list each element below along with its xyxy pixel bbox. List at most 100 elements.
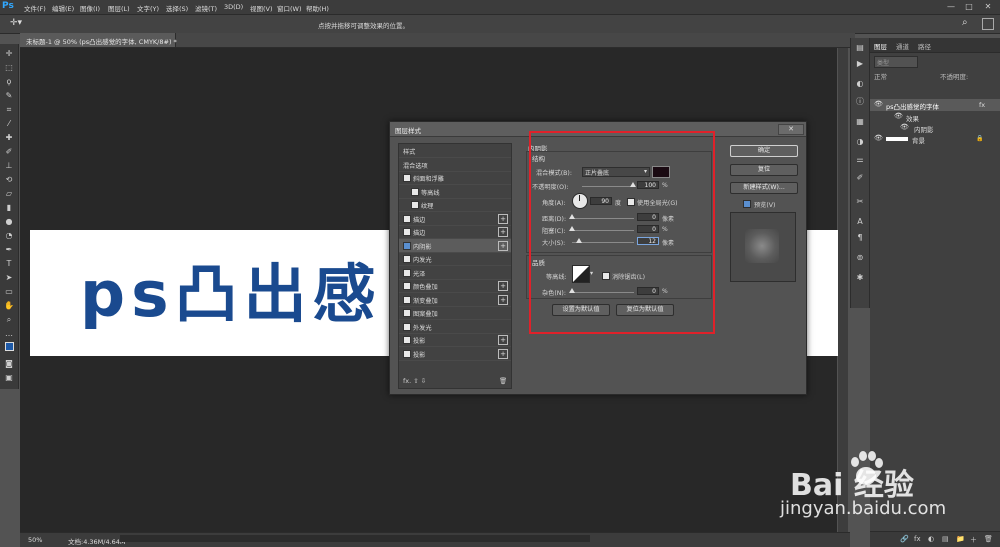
style-checkbox[interactable] <box>403 255 411 263</box>
style-item[interactable]: 颜色叠加 + <box>399 279 511 293</box>
maximize-button[interactable]: □ <box>962 2 976 12</box>
menu-help[interactable]: 帮助(H) <box>306 3 329 13</box>
tool-presets-icon[interactable]: ✂ <box>854 196 866 208</box>
workspace-icon[interactable] <box>982 18 994 30</box>
brush-tool-icon[interactable]: ✐ <box>3 146 15 158</box>
tab-layers[interactable]: 图层 <box>874 41 887 51</box>
style-item[interactable]: 外发光 <box>399 320 511 334</box>
brush-panel-icon[interactable]: ✐ <box>854 172 866 184</box>
style-item[interactable]: 内发光 <box>399 252 511 266</box>
actions-panel-icon[interactable]: ▶ <box>854 58 866 70</box>
style-checkbox[interactable] <box>403 336 411 344</box>
visibility-eye-icon[interactable]: 👁 <box>900 123 909 131</box>
document-tab[interactable]: 未标题-1 @ 50% (ps凸出感觉的字体, CMYK/8#) * <box>20 33 177 47</box>
layer-blend-mode-select[interactable]: 正常 <box>874 71 887 81</box>
move-tool-icon[interactable]: ✛▾ <box>10 18 22 28</box>
menu-layer[interactable]: 图层(L) <box>108 3 130 13</box>
visibility-eye-icon[interactable]: 👁 <box>874 134 883 142</box>
menu-select[interactable]: 选择(S) <box>166 3 188 13</box>
style-item[interactable]: 投影 + <box>399 347 511 361</box>
reset-button[interactable]: 复位 <box>730 164 798 176</box>
quick-mask-icon[interactable]: ◙ <box>3 358 15 370</box>
dodge-tool-icon[interactable]: ◔ <box>3 230 15 242</box>
add-style-instance-icon[interactable]: + <box>498 213 508 224</box>
minimize-button[interactable]: — <box>944 2 958 12</box>
move-tool-icon[interactable]: ✛ <box>3 48 15 60</box>
stamp-tool-icon[interactable]: ⊥ <box>3 160 15 172</box>
link-layers-icon[interactable]: 🔗 <box>900 535 909 543</box>
style-item[interactable]: 渐变叠加 + <box>399 293 511 307</box>
eraser-tool-icon[interactable]: ▱ <box>3 188 15 200</box>
style-checkbox[interactable] <box>403 282 411 290</box>
trash-icon[interactable]: 🗑 <box>499 377 507 385</box>
style-checkbox[interactable] <box>403 349 411 358</box>
style-item[interactable]: 光泽 <box>399 266 511 280</box>
horizontal-scrollbar[interactable] <box>120 535 590 542</box>
crop-tool-icon[interactable]: ⌗ <box>3 104 15 116</box>
adjustments-panel-icon[interactable]: ◑ <box>854 136 866 148</box>
color-panel-icon[interactable]: ◐ <box>854 78 866 90</box>
style-checkbox[interactable] <box>403 174 411 182</box>
style-checkbox[interactable] <box>403 268 411 277</box>
style-checkbox[interactable] <box>411 187 419 196</box>
paragraph-panel-icon[interactable]: ¶ <box>854 232 866 244</box>
color-swatches-icon[interactable] <box>3 342 15 354</box>
tab-paths[interactable]: 路径 <box>918 41 931 51</box>
dialog-close-button[interactable]: ✕ <box>778 124 804 135</box>
style-checkbox[interactable] <box>411 201 419 209</box>
zoom-tool-icon[interactable]: ⌕ <box>3 314 15 326</box>
timeline-panel-icon[interactable]: ✱ <box>854 272 866 284</box>
style-item[interactable]: 样式 <box>399 144 511 158</box>
menu-image[interactable]: 图像(I) <box>80 3 100 13</box>
close-window-button[interactable]: ✕ <box>981 2 995 12</box>
delete-layer-icon[interactable]: 🗑 <box>984 535 993 543</box>
menu-window[interactable]: 窗口(W) <box>277 3 302 13</box>
more-tools-icon[interactable]: … <box>3 328 15 340</box>
style-item[interactable]: 斜面和浮雕 <box>399 171 511 185</box>
menu-filter[interactable]: 滤镜(T) <box>195 3 217 13</box>
add-style-instance-icon[interactable]: + <box>498 227 508 237</box>
hand-tool-icon[interactable]: ✋ <box>3 300 15 312</box>
layer-row-background[interactable]: 👁 背景 🔒 <box>870 133 1000 145</box>
menu-file[interactable]: 文件(F) <box>24 3 46 13</box>
preview-checkbox[interactable] <box>743 200 751 208</box>
visibility-eye-icon[interactable]: 👁 <box>874 100 883 108</box>
style-checkbox[interactable] <box>403 309 411 317</box>
style-item[interactable]: 图案叠加 <box>399 306 511 320</box>
menu-edit[interactable]: 编辑(E) <box>52 3 74 13</box>
add-style-instance-icon[interactable]: + <box>498 240 508 251</box>
swatches-panel-icon[interactable]: ▦ <box>854 116 866 128</box>
style-checkbox[interactable] <box>403 322 411 331</box>
type-tool-icon[interactable]: T <box>3 258 15 270</box>
new-layer-icon[interactable]: ＋ <box>970 535 977 545</box>
style-item[interactable]: 纹理 <box>399 198 511 212</box>
properties-panel-icon[interactable]: ⚌ <box>854 154 866 166</box>
style-checkbox[interactable] <box>403 228 411 236</box>
ok-button[interactable]: 确定 <box>730 145 798 157</box>
info-panel-icon[interactable]: ⓘ <box>854 96 866 108</box>
style-checkbox[interactable] <box>403 214 411 223</box>
screen-mode-icon[interactable]: ▣ <box>3 372 15 384</box>
history-panel-icon[interactable]: ▤ <box>854 42 866 54</box>
add-style-instance-icon[interactable]: + <box>498 335 508 345</box>
style-item[interactable]: 投影 + <box>399 333 511 347</box>
style-checkbox[interactable] <box>403 241 411 250</box>
lasso-tool-icon[interactable]: ϙ <box>3 76 15 88</box>
menu-type[interactable]: 文字(Y) <box>137 3 159 13</box>
style-item[interactable]: 等高线 <box>399 185 511 199</box>
menu-view[interactable]: 视图(V) <box>250 3 273 13</box>
style-item[interactable]: 描边 + <box>399 225 511 239</box>
marquee-tool-icon[interactable]: ⬚ <box>3 62 15 74</box>
character-panel-icon[interactable]: A <box>854 216 866 228</box>
style-list-footer-icons[interactable]: fx. ⇧ ⇩ <box>403 377 426 385</box>
menu-3d[interactable]: 3D(D) <box>224 3 243 11</box>
add-style-instance-icon[interactable]: + <box>498 294 508 305</box>
zoom-level[interactable]: 50% <box>28 536 42 544</box>
3d-panel-icon[interactable]: ⊚ <box>854 252 866 264</box>
quick-select-tool-icon[interactable]: ✎ <box>3 90 15 102</box>
style-item[interactable]: 混合选项 <box>399 158 511 172</box>
add-mask-icon[interactable]: ◐ <box>928 535 934 543</box>
layer-filter-input[interactable]: 类型 <box>874 56 918 68</box>
layer-row-text[interactable]: 👁 ps凸出感觉的字体 fx <box>870 99 1000 111</box>
add-style-instance-icon[interactable]: + <box>498 348 508 359</box>
